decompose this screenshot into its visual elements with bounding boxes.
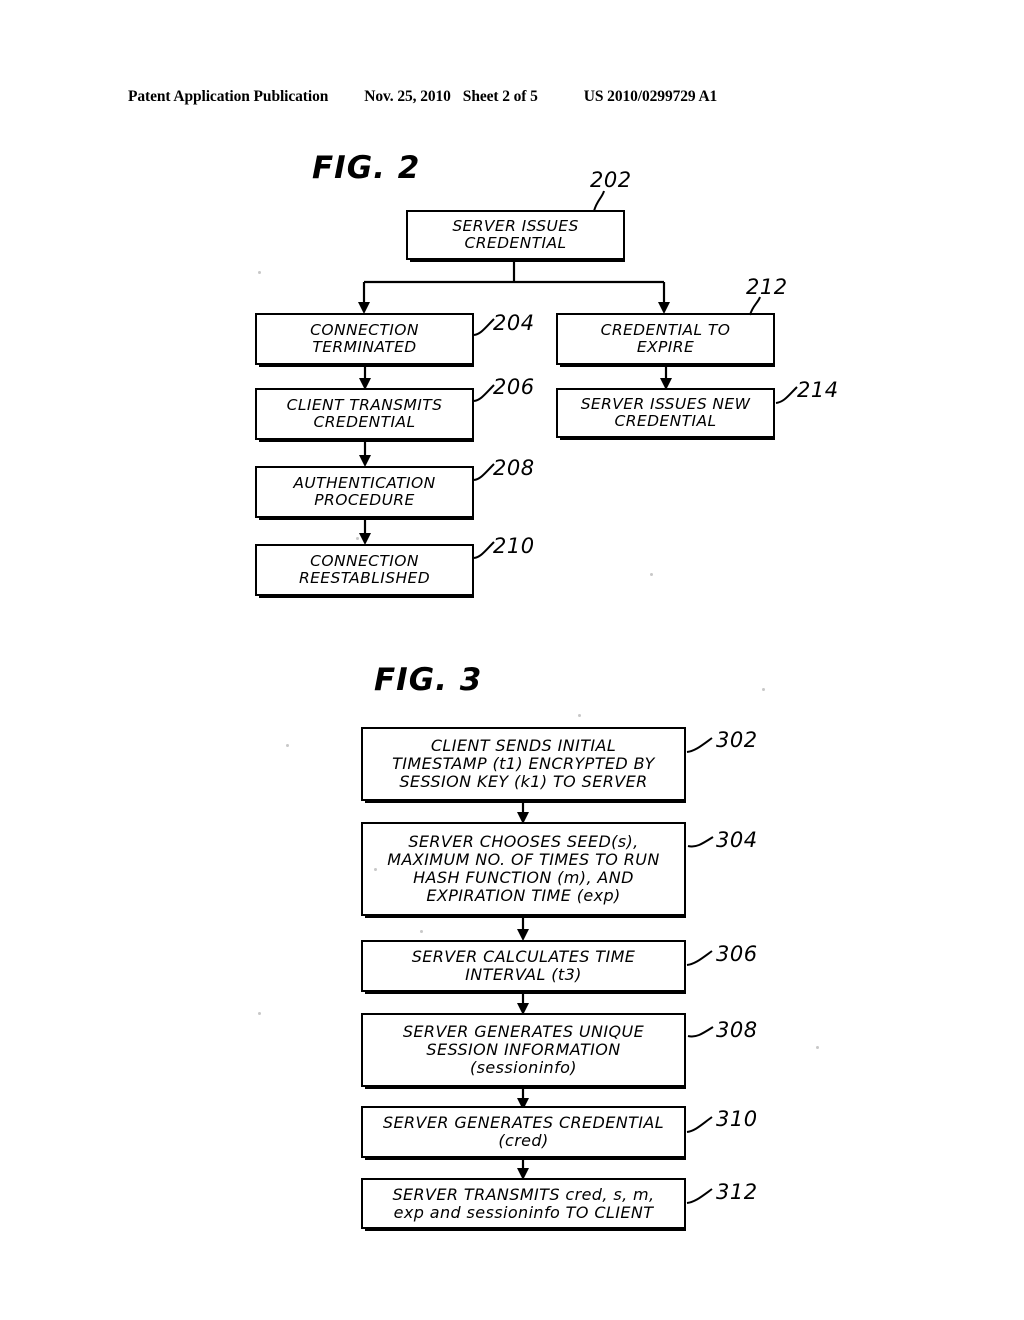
- reference-numeral-302: 302: [716, 728, 758, 752]
- flow-box-212: CREDENTIAL TO EXPIRE: [556, 313, 775, 367]
- flow-box-308-line-3: (sessioninfo): [470, 1057, 577, 1077]
- header-date: Nov. 25, 2010: [364, 88, 451, 105]
- page-header: Patent Application Publication Nov. 25, …: [128, 88, 896, 112]
- flow-box-310-line-2: (cred): [498, 1131, 549, 1150]
- scan-speck: [650, 573, 653, 576]
- flow-box-208-line-1: AUTHENTICATION: [293, 473, 436, 492]
- reference-numeral-308: 308: [716, 1018, 758, 1042]
- scan-speck: [816, 1046, 819, 1049]
- flow-box-214-line-2: CREDENTIAL: [614, 412, 717, 430]
- flow-box-304-line-1: SERVER CHOOSES SEED(s),: [408, 832, 639, 852]
- flow-box-212-line-1: CREDENTIAL TO: [600, 320, 731, 339]
- flow-box-304-line-2: MAXIMUM NO. OF TIMES TO RUN: [387, 850, 660, 870]
- leader-line-302: [686, 737, 713, 753]
- scan-speck: [356, 537, 359, 540]
- scan-speck: [762, 688, 765, 691]
- reference-numeral-306: 306: [716, 942, 758, 966]
- header-publication-title: Patent Application Publication: [128, 88, 329, 105]
- reference-numeral-312: 312: [716, 1180, 758, 1204]
- reference-numeral-210: 210: [493, 534, 535, 558]
- flow-box-302-line-1: CLIENT SENDS INITIAL: [430, 736, 617, 756]
- flow-box-302-line-3: SESSION KEY (k1) TO SERVER: [399, 771, 648, 791]
- flow-box-212-line-2: EXPIRE: [636, 338, 695, 356]
- flow-box-312-line-2: exp and sessioninfo TO CLIENT: [393, 1202, 654, 1222]
- flow-box-310-line-1: SERVER GENERATES CREDENTIAL: [382, 1113, 665, 1133]
- reference-numeral-304: 304: [716, 828, 758, 852]
- reference-numeral-310: 310: [716, 1107, 758, 1131]
- reference-numeral-206: 206: [493, 375, 535, 399]
- reference-numeral-202: 202: [590, 168, 632, 192]
- leader-line-310: [686, 1116, 713, 1133]
- connector-208-210: [359, 516, 371, 545]
- flow-box-202-line-1: SERVER ISSUES: [452, 216, 579, 235]
- flow-box-308-line-1: SERVER GENERATES UNIQUE: [402, 1022, 645, 1042]
- header-sheet-number: Sheet 2 of 5: [462, 88, 538, 105]
- flow-box-214-line-1: SERVER ISSUES NEW: [580, 394, 751, 413]
- flow-box-204: CONNECTION TERMINATED: [255, 313, 474, 367]
- connector-204-206: [359, 363, 371, 390]
- flow-box-214: SERVER ISSUES NEW CREDENTIAL: [556, 388, 775, 440]
- flow-box-210-line-1: CONNECTION: [310, 551, 419, 570]
- scan-speck: [420, 930, 423, 933]
- flow-box-206: CLIENT TRANSMITS CREDENTIAL: [255, 388, 474, 442]
- connector-212-214: [660, 363, 672, 390]
- connector-304-306: [517, 914, 529, 941]
- flow-box-202: SERVER ISSUES CREDENTIAL: [406, 210, 625, 262]
- reference-numeral-214: 214: [797, 378, 839, 402]
- flow-box-208-line-2: PROCEDURE: [314, 491, 415, 509]
- scan-speck: [258, 271, 261, 274]
- leader-line-312: [686, 1188, 713, 1204]
- reference-numeral-208: 208: [493, 456, 535, 480]
- flow-box-306-line-1: SERVER CALCULATES TIME: [411, 947, 636, 967]
- scan-speck: [578, 714, 581, 717]
- flow-box-312-line-1: SERVER TRANSMITS cred, s, m,: [392, 1184, 655, 1204]
- flow-box-308: SERVER GENERATES UNIQUE SESSION INFORMAT…: [361, 1013, 686, 1089]
- leader-line-308: [687, 1026, 714, 1038]
- flow-box-312: SERVER TRANSMITS cred, s, m, exp and ses…: [361, 1178, 686, 1231]
- flow-box-204-line-1: CONNECTION: [310, 320, 419, 339]
- flow-box-202-line-2: CREDENTIAL: [464, 234, 567, 252]
- figure-3-title: FIG. 3: [374, 662, 483, 698]
- flow-box-204-line-2: TERMINATED: [312, 338, 417, 356]
- flow-box-304: SERVER CHOOSES SEED(s), MAXIMUM NO. OF T…: [361, 822, 686, 918]
- flow-box-302: CLIENT SENDS INITIAL TIMESTAMP (t1) ENCR…: [361, 727, 686, 803]
- header-document-number: US 2010/0299729 A1: [583, 88, 718, 105]
- scan-speck: [374, 868, 377, 871]
- flow-box-206-line-1: CLIENT TRANSMITS: [286, 395, 443, 414]
- scan-speck: [258, 1012, 261, 1015]
- flow-box-210: CONNECTION REESTABLISHED: [255, 544, 474, 598]
- reference-numeral-204: 204: [493, 311, 535, 335]
- flow-box-210-line-2: REESTABLISHED: [298, 569, 431, 587]
- flow-box-306: SERVER CALCULATES TIME INTERVAL (t3): [361, 940, 686, 994]
- flow-box-304-line-3: HASH FUNCTION (m), AND: [413, 868, 634, 887]
- flow-box-208: AUTHENTICATION PROCEDURE: [255, 466, 474, 520]
- leader-line-304: [687, 836, 714, 848]
- flow-box-304-line-4: EXPIRATION TIME (exp): [426, 885, 621, 905]
- connector-206-208: [359, 438, 371, 467]
- flow-box-310: SERVER GENERATES CREDENTIAL (cred): [361, 1106, 686, 1160]
- flow-box-308-line-2: SESSION INFORMATION: [426, 1040, 621, 1060]
- leader-line-306: [686, 950, 713, 966]
- flow-box-306-line-2: INTERVAL (t3): [465, 965, 582, 984]
- flow-box-206-line-2: CREDENTIAL: [313, 413, 416, 431]
- connector-202-split: [358, 260, 670, 314]
- reference-numeral-212: 212: [746, 275, 788, 299]
- scan-speck: [286, 744, 289, 747]
- figure-2-title: FIG. 2: [312, 150, 421, 186]
- flow-box-302-line-2: TIMESTAMP (t1) ENCRYPTED BY: [392, 754, 655, 774]
